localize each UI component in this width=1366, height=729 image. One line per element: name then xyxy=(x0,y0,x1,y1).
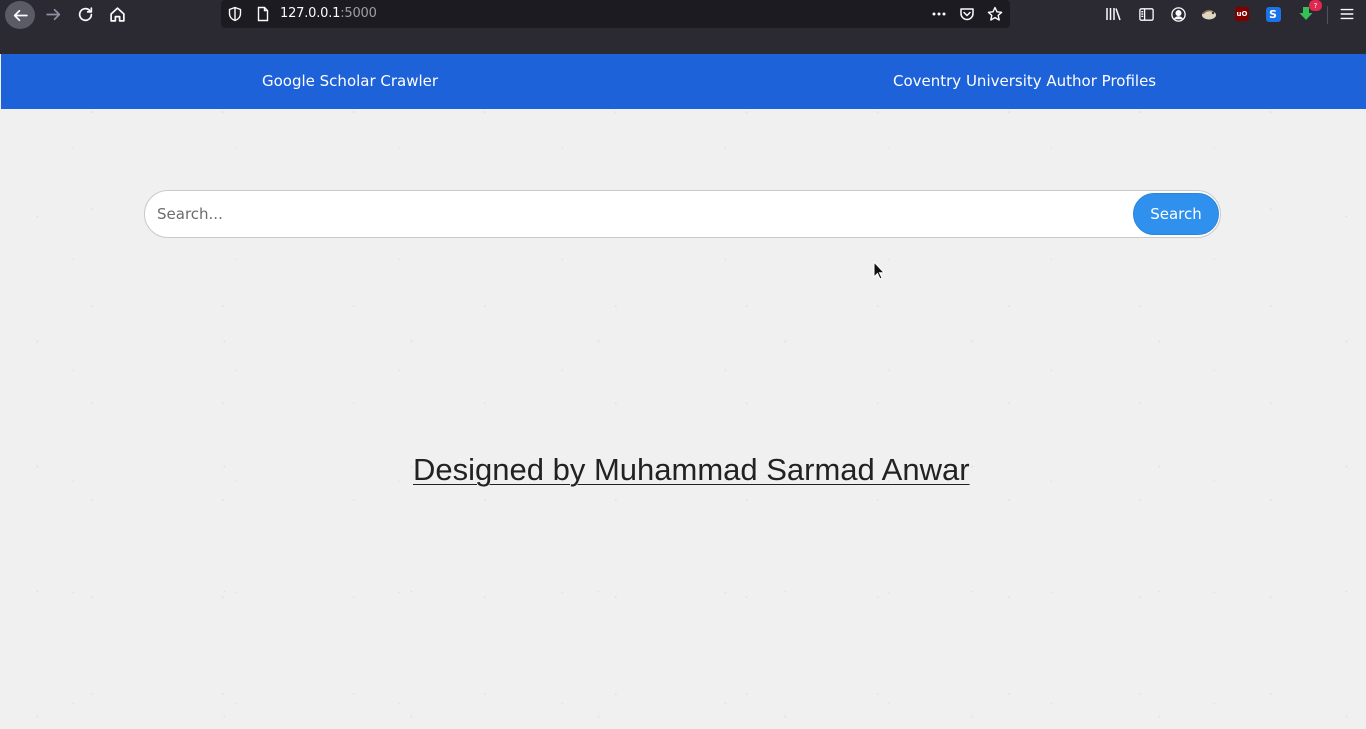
page-icon[interactable] xyxy=(255,6,271,22)
toolbar-divider xyxy=(1327,6,1328,24)
goose-icon[interactable] xyxy=(1200,5,1218,23)
home-button[interactable] xyxy=(103,1,131,27)
account-icon[interactable] xyxy=(1169,5,1187,23)
top-navbar: Google Scholar Crawler Coventry Universi… xyxy=(1,54,1366,109)
search-bar: Search xyxy=(144,190,1221,238)
library-icon[interactable] xyxy=(1104,5,1122,23)
reload-button[interactable] xyxy=(71,1,99,27)
nav-link-google-scholar-crawler[interactable]: Google Scholar Crawler xyxy=(262,72,438,90)
star-icon[interactable] xyxy=(987,6,1003,22)
nav-link-coventry-author-profiles[interactable]: Coventry University Author Profiles xyxy=(893,72,1156,90)
s-extension-icon[interactable]: S xyxy=(1264,5,1282,23)
back-icon xyxy=(13,9,28,21)
download-badge: ? xyxy=(1309,0,1322,11)
reload-icon xyxy=(78,6,92,21)
menu-icon[interactable] xyxy=(1338,5,1356,23)
more-icon[interactable] xyxy=(931,6,947,22)
forward-icon xyxy=(45,8,60,20)
designer-credit-link[interactable]: Designed by Muhammad Sarmad Anwar xyxy=(413,452,970,488)
sidebar-icon[interactable] xyxy=(1137,5,1155,23)
home-icon xyxy=(109,6,125,22)
page-content: Google Scholar Crawler Coventry Universi… xyxy=(0,54,1366,729)
back-button[interactable] xyxy=(5,1,35,29)
shield-icon[interactable] xyxy=(227,6,243,22)
url-bar[interactable]: 127.0.0.1:5000 xyxy=(221,0,1010,28)
browser-toolbar: 127.0.0.1:5000 uO S ? xyxy=(0,0,1366,54)
search-button[interactable]: Search xyxy=(1133,193,1219,235)
url-text[interactable]: 127.0.0.1:5000 xyxy=(280,6,377,21)
ublock-icon[interactable]: uO xyxy=(1233,5,1251,23)
search-input[interactable] xyxy=(157,201,1117,227)
forward-button[interactable] xyxy=(39,1,67,27)
mouse-cursor-icon xyxy=(873,261,885,280)
pocket-icon[interactable] xyxy=(959,6,975,22)
